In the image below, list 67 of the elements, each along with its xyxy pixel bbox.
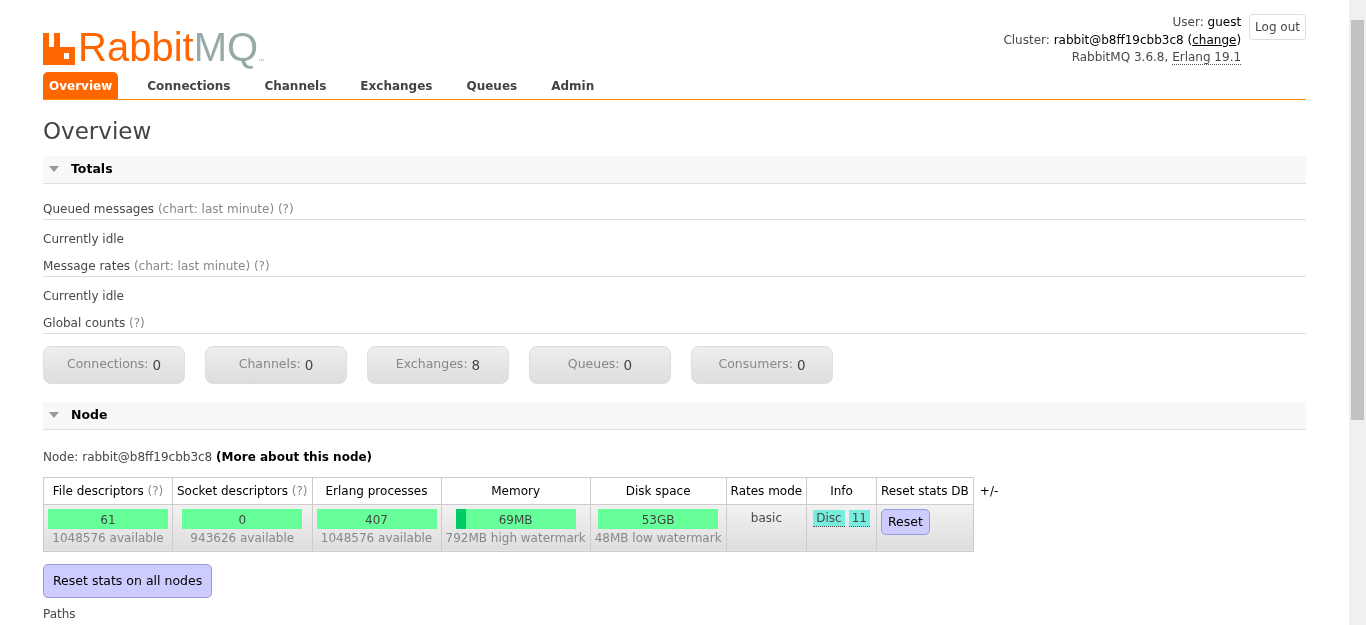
meter-caption: 792MB high watermark xyxy=(445,529,586,547)
logout-button[interactable]: Log out xyxy=(1249,14,1306,40)
count-button[interactable]: Connections: 0 xyxy=(43,345,185,384)
section-title: Node xyxy=(71,405,108,424)
count-button[interactable]: Queues: 0 xyxy=(529,345,671,384)
chart-range-link[interactable]: (chart: last minute) xyxy=(157,201,275,216)
meter-value: 0 xyxy=(237,511,248,529)
chart-range-link[interactable]: (chart: last minute) xyxy=(133,258,251,273)
subsection-label: Global counts xyxy=(43,315,126,330)
node-label: Node: xyxy=(43,449,79,464)
column-header: Rates mode xyxy=(726,477,807,505)
column-header: Info xyxy=(806,477,877,505)
help-link[interactable]: (?) xyxy=(129,315,145,330)
nav-tab[interactable]: Channels xyxy=(247,71,344,99)
meter-caption: 943626 available xyxy=(189,529,296,547)
erlang-version-link[interactable]: Erlang 19.1 xyxy=(1172,50,1242,65)
meter-caption: 1048576 available xyxy=(51,529,165,547)
meter-value: 53GB xyxy=(640,511,676,529)
info-tag: Disc xyxy=(813,509,845,527)
count-button[interactable]: Exchanges: 8 xyxy=(367,345,509,384)
cluster-label: Cluster: xyxy=(1003,32,1050,47)
section-title: Totals xyxy=(71,160,113,179)
count-button[interactable]: Channels: 0 xyxy=(205,345,347,384)
logo-icon xyxy=(43,32,75,65)
cluster-name: rabbit@b8ff19cbb3c8 xyxy=(1053,32,1184,47)
meter-caption: 48MB low watermark xyxy=(594,529,722,547)
column-header: Disk space xyxy=(590,477,727,505)
reset-all-button[interactable]: Reset stats on all nodes xyxy=(43,563,213,599)
scrollbar-thumb[interactable] xyxy=(1351,20,1364,420)
meter-caption: 1048576 available xyxy=(319,529,434,547)
meter-value: 61 xyxy=(99,511,117,529)
reset-button[interactable]: Reset xyxy=(880,508,930,536)
nav-tab[interactable]: Admin xyxy=(534,71,612,99)
collapse-triangle-icon[interactable] xyxy=(49,166,59,173)
columns-toggle-link[interactable]: +/- xyxy=(973,477,1003,505)
status-text: Currently idle xyxy=(43,231,124,246)
version-text: RabbitMQ 3.6.8, xyxy=(1071,50,1169,64)
nav-tab[interactable]: Connections xyxy=(130,71,248,99)
info-tag: 11 xyxy=(848,509,870,527)
rates-mode-value: basic xyxy=(750,510,782,525)
help-link[interactable]: (?) xyxy=(277,201,294,216)
count-button[interactable]: Consumers: 0 xyxy=(691,345,833,384)
user-label: User: xyxy=(1172,15,1204,29)
logo-text: MQ xyxy=(193,26,259,67)
meter-value: 407 xyxy=(364,511,389,529)
subsection-label: Queued messages xyxy=(43,201,155,216)
help-link[interactable]: (?) xyxy=(253,258,270,273)
section-header[interactable]: Totals xyxy=(43,156,1306,184)
subsection-label: Message rates xyxy=(43,258,131,273)
node-name: rabbit@b8ff19cbb3c8 xyxy=(82,449,213,464)
column-header: Erlang processes xyxy=(312,477,441,505)
collapse-triangle-icon[interactable] xyxy=(49,412,59,419)
column-header: Memory xyxy=(441,477,591,505)
status-text: Currently idle xyxy=(43,288,124,303)
nav-tab[interactable]: Exchanges xyxy=(343,71,450,99)
column-header: Socket descriptors (?) xyxy=(172,477,312,505)
more-about-node-link[interactable]: (More about this node) xyxy=(216,449,373,464)
column-header: Reset stats DB xyxy=(876,477,974,505)
section-header[interactable]: Node xyxy=(43,401,1306,430)
paths-label: Paths xyxy=(43,606,77,623)
nav-tab[interactable]: Queues xyxy=(449,71,535,99)
logo-text: Rabbit xyxy=(78,26,194,67)
page-title: Overview xyxy=(43,117,153,146)
user-name: guest xyxy=(1207,15,1242,29)
change-link[interactable]: (change) xyxy=(1187,32,1242,47)
column-header: File descriptors (?) xyxy=(43,477,173,505)
meter-value: 69MB xyxy=(497,511,534,529)
